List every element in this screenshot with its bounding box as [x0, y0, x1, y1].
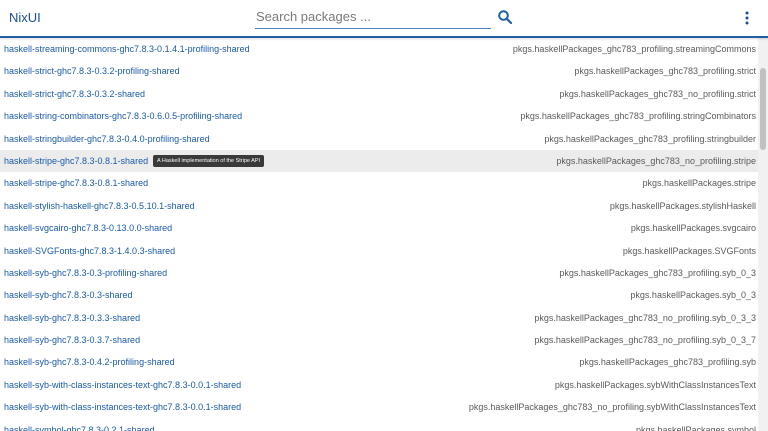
- package-attribute-path: pkgs.haskellPackages_ghc783_profiling.st…: [544, 133, 756, 144]
- package-attribute-path: pkgs.haskellPackages.sybWithClassInstanc…: [554, 379, 756, 390]
- package-description-tooltip: A Haskell implementation of the Stripe A…: [153, 154, 265, 167]
- package-name-link[interactable]: haskell-syb-ghc7.8.3-0.4.2-profiling-sha…: [4, 351, 175, 373]
- package-row[interactable]: haskell-stylish-haskell-ghc7.8.3-0.5.10.…: [0, 195, 758, 217]
- package-row[interactable]: haskell-stringbuilder-ghc7.8.3-0.4.0-pro…: [0, 128, 758, 150]
- package-name-link[interactable]: haskell-syb-ghc7.8.3-0.3.7-shared: [4, 329, 140, 351]
- more-vertical-icon[interactable]: [741, 9, 753, 27]
- package-attribute-path: pkgs.haskellPackages_ghc783_profiling.sy…: [579, 357, 756, 368]
- search-icon[interactable]: [497, 9, 513, 25]
- app-title[interactable]: NixUI: [9, 10, 41, 25]
- package-attribute-path: pkgs.haskellPackages_ghc783_profiling.st…: [520, 111, 756, 122]
- package-attribute-path: pkgs.haskellPackages.stripe: [642, 178, 756, 189]
- package-name-link[interactable]: haskell-stripe-ghc7.8.3-0.8.1-shared: [4, 150, 148, 172]
- package-name-link[interactable]: haskell-stylish-haskell-ghc7.8.3-0.5.10.…: [4, 195, 195, 217]
- package-name-link[interactable]: haskell-stripe-ghc7.8.3-0.8.1-shared: [4, 172, 148, 194]
- package-attribute-path: pkgs.haskellPackages_ghc783_profiling.st…: [512, 44, 756, 54]
- package-row[interactable]: haskell-strict-ghc7.8.3-0.3.2-shared pkgs…: [0, 83, 758, 105]
- package-name-link[interactable]: haskell-syb-with-class-instances-text-gh…: [4, 396, 241, 418]
- package-attribute-path: pkgs.haskellPackages_ghc783_no_profiling…: [556, 155, 756, 166]
- package-attribute-path: pkgs.haskellPackages.SVGFonts: [622, 245, 756, 256]
- package-row[interactable]: haskell-syb-ghc7.8.3-0.3-profiling-share…: [0, 262, 758, 284]
- scrollbar-thumb[interactable]: [760, 68, 766, 150]
- package-row[interactable]: haskell-syb-ghc7.8.3-0.3.3-shared pkgs.ha…: [0, 307, 758, 329]
- package-name-link[interactable]: haskell-syb-ghc7.8.3-0.3-shared: [4, 284, 133, 306]
- package-row[interactable]: haskell-symbol-ghc7.8.3-0.2.1-shared pkgs…: [0, 419, 758, 431]
- search-field: [255, 5, 491, 29]
- package-list: haskell-streaming-commons-ghc7.8.3-0.1.4…: [0, 38, 758, 431]
- package-row[interactable]: haskell-syb-with-class-instances-text-gh…: [0, 374, 758, 396]
- scrollbar[interactable]: [758, 38, 768, 431]
- package-name-link[interactable]: haskell-SVGFonts-ghc7.8.3-1.4.0.3-shared: [4, 240, 175, 262]
- package-attribute-path: pkgs.haskellPackages.symbol: [635, 424, 756, 431]
- package-attribute-path: pkgs.haskellPackages_ghc783_profiling.sy…: [559, 267, 756, 278]
- package-name-link[interactable]: haskell-syb-ghc7.8.3-0.3-profiling-share…: [4, 262, 167, 284]
- package-name-link[interactable]: haskell-svgcairo-ghc7.8.3-0.13.0.0-share…: [4, 217, 172, 239]
- package-attribute-path: pkgs.haskellPackages_ghc783_profiling.st…: [574, 66, 756, 77]
- package-row[interactable]: haskell-stripe-ghc7.8.3-0.8.1-shared pkgs…: [0, 172, 758, 194]
- package-row[interactable]: haskell-syb-ghc7.8.3-0.4.2-profiling-sha…: [0, 351, 758, 373]
- package-name-link[interactable]: haskell-strict-ghc7.8.3-0.3.2-shared: [4, 83, 145, 105]
- package-attribute-path: pkgs.haskellPackages_ghc783_no_profiling…: [534, 312, 756, 323]
- package-attribute-path: pkgs.haskellPackages.syb_0_3: [630, 290, 756, 301]
- package-attribute-path: pkgs.haskellPackages.stylishHaskell: [609, 200, 756, 211]
- package-row[interactable]: haskell-syb-ghc7.8.3-0.3-shared pkgs.hask…: [0, 284, 758, 306]
- package-attribute-path: pkgs.haskellPackages_ghc783_no_profiling…: [534, 335, 756, 346]
- package-row[interactable]: haskell-strict-ghc7.8.3-0.3.2-profiling-…: [0, 60, 758, 82]
- package-row[interactable]: haskell-stripe-ghc7.8.3-0.8.1-shared A Ha…: [0, 149, 758, 173]
- app-header: NixUI: [0, 0, 768, 38]
- package-row[interactable]: haskell-streaming-commons-ghc7.8.3-0.1.4…: [0, 38, 758, 60]
- package-name-link[interactable]: haskell-syb-with-class-instances-text-gh…: [4, 374, 241, 396]
- package-name-link[interactable]: haskell-symbol-ghc7.8.3-0.2.1-shared: [4, 419, 155, 431]
- package-row[interactable]: haskell-svgcairo-ghc7.8.3-0.13.0.0-share…: [0, 217, 758, 239]
- package-row[interactable]: haskell-string-combinators-ghc7.8.3-0.6.…: [0, 105, 758, 127]
- search-input[interactable]: [255, 5, 491, 28]
- package-attribute-path: pkgs.haskellPackages_ghc783_no_profiling…: [559, 88, 756, 99]
- package-name-link[interactable]: haskell-stringbuilder-ghc7.8.3-0.4.0-pro…: [4, 128, 210, 150]
- package-attribute-path: pkgs.haskellPackages_ghc783_no_profiling…: [468, 402, 756, 413]
- package-name-link[interactable]: haskell-syb-ghc7.8.3-0.3.3-shared: [4, 307, 140, 329]
- package-row[interactable]: haskell-SVGFonts-ghc7.8.3-1.4.0.3-shared…: [0, 240, 758, 262]
- package-name-link[interactable]: haskell-strict-ghc7.8.3-0.3.2-profiling-…: [4, 60, 180, 82]
- package-attribute-path: pkgs.haskellPackages.svgcairo: [630, 223, 756, 234]
- package-row[interactable]: haskell-syb-with-class-instances-text-gh…: [0, 396, 758, 418]
- package-row[interactable]: haskell-syb-ghc7.8.3-0.3.7-shared pkgs.ha…: [0, 329, 758, 351]
- package-name-link[interactable]: haskell-string-combinators-ghc7.8.3-0.6.…: [4, 105, 242, 127]
- package-name-link[interactable]: haskell-streaming-commons-ghc7.8.3-0.1.4…: [4, 38, 250, 60]
